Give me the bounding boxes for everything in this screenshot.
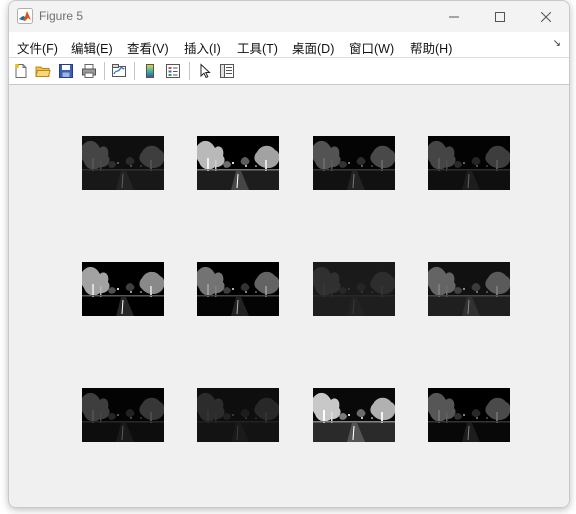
save-icon: [59, 64, 73, 78]
open-folder-icon: [35, 66, 51, 77]
title-bar[interactable]: Figure 5: [9, 1, 569, 32]
menu-desktop[interactable]: 桌面(D): [292, 38, 334, 57]
print-button[interactable]: [80, 62, 98, 80]
image-thumbnail: [313, 136, 395, 190]
menu-tools[interactable]: 工具(T): [237, 38, 278, 57]
figure-window: Figure 5 文件(F) 编辑(E) 查看(V) 插入(I) 工具(T) 桌…: [8, 0, 570, 508]
image-thumbnail: [313, 262, 395, 316]
save-button[interactable]: [57, 62, 75, 80]
image-thumbnail: [82, 388, 164, 442]
menu-edit[interactable]: 编辑(E): [71, 38, 113, 57]
matlab-logo-icon: [17, 8, 33, 24]
toolbar-separator: [104, 62, 105, 80]
minimize-button[interactable]: [431, 1, 477, 32]
image-thumbnail: [197, 262, 279, 316]
menu-insert[interactable]: 插入(I): [184, 38, 221, 57]
image-thumbnail: [82, 136, 164, 190]
pointer-icon: [200, 63, 211, 79]
menu-file[interactable]: 文件(F): [17, 38, 58, 57]
legend-icon: [166, 64, 180, 78]
image-thumbnail: [428, 388, 510, 442]
toolbar: [9, 58, 569, 85]
menu-window[interactable]: 窗口(W): [349, 38, 394, 57]
toolbar-separator: [189, 62, 190, 80]
image-thumbnail: [428, 262, 510, 316]
new-figure-button[interactable]: [12, 62, 30, 80]
window-title: Figure 5: [39, 9, 84, 23]
image-thumbnail: [313, 388, 395, 442]
figure-canvas[interactable]: [9, 85, 569, 507]
menu-bar: 文件(F) 编辑(E) 查看(V) 插入(I) 工具(T) 桌面(D) 窗口(W…: [9, 32, 569, 58]
link-plot-button[interactable]: [110, 62, 128, 80]
property-inspector-button[interactable]: [218, 62, 236, 80]
open-button[interactable]: [34, 62, 52, 80]
image-thumbnail: [197, 136, 279, 190]
legend-button[interactable]: [164, 62, 182, 80]
link-plot-icon: [112, 64, 126, 77]
image-thumbnail: [428, 136, 510, 190]
colorbar-button[interactable]: [141, 62, 159, 80]
minimize-icon: [449, 16, 459, 17]
print-icon: [82, 64, 96, 78]
maximize-button[interactable]: [477, 1, 523, 32]
menu-help[interactable]: 帮助(H): [410, 38, 452, 57]
dock-arrow-icon[interactable]: ↘: [553, 38, 561, 49]
image-thumbnail: [82, 262, 164, 316]
close-button[interactable]: [523, 1, 569, 32]
colorbar-icon: [146, 64, 154, 78]
edit-plot-button[interactable]: [196, 62, 214, 80]
property-inspector-icon: [220, 64, 234, 78]
toolbar-separator: [134, 62, 135, 80]
new-figure-icon: [15, 64, 27, 78]
close-icon: [541, 11, 551, 22]
maximize-icon: [495, 11, 505, 22]
menu-view[interactable]: 查看(V): [127, 38, 169, 57]
image-thumbnail: [197, 388, 279, 442]
